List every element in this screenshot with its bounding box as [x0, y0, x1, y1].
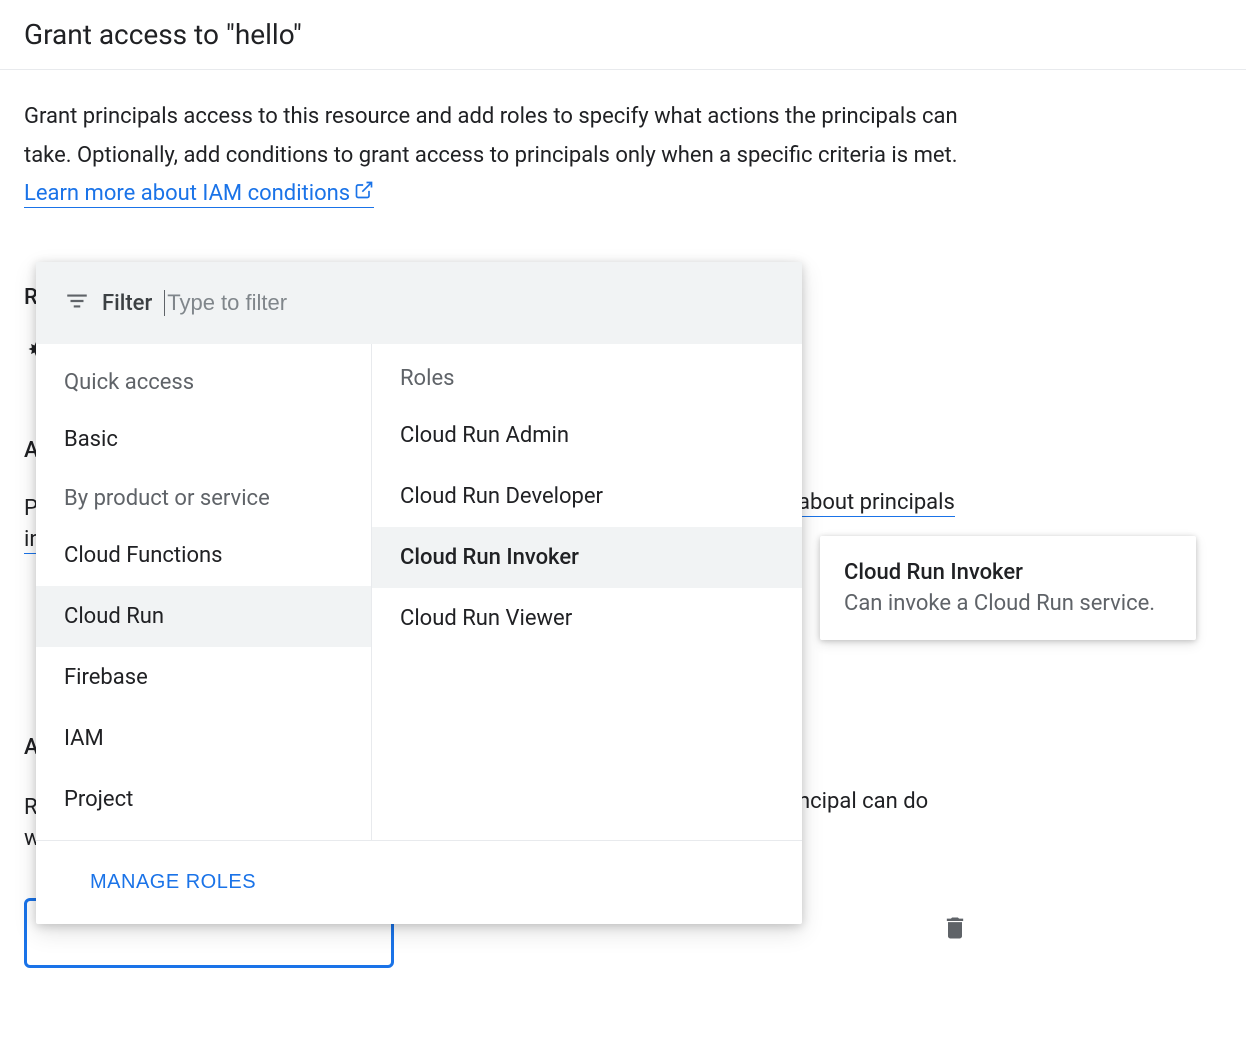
category-cloud-run[interactable]: Cloud Run — [36, 586, 371, 647]
filter-label: Filter — [102, 291, 152, 316]
category-list: Quick access Basic By product or service… — [36, 344, 372, 840]
role-cloud-run-developer[interactable]: Cloud Run Developer — [372, 466, 802, 527]
filter-icon — [64, 288, 90, 318]
learn-more-link-text: Learn more about IAM conditions — [24, 181, 350, 206]
page-description: Grant principals access to this resource… — [24, 98, 994, 214]
category-firebase[interactable]: Firebase — [36, 647, 371, 708]
role-cloud-run-viewer[interactable]: Cloud Run Viewer — [372, 588, 802, 649]
quick-access-label: Quick access — [36, 354, 371, 409]
description-text: Grant principals access to this resource… — [24, 104, 958, 168]
category-iam[interactable]: IAM — [36, 708, 371, 769]
filter-bar: Filter — [36, 262, 802, 344]
filter-input[interactable] — [164, 290, 774, 316]
learn-more-link[interactable]: Learn more about IAM conditions — [24, 181, 374, 208]
role-cloud-run-admin[interactable]: Cloud Run Admin — [372, 405, 802, 466]
trash-icon — [941, 914, 969, 946]
page-content: Grant principals access to this resource… — [0, 70, 1246, 214]
delete-button[interactable] — [935, 910, 975, 950]
tooltip-title: Cloud Run Invoker — [844, 560, 1172, 585]
about-principals-link[interactable]: about principals — [798, 490, 955, 517]
by-product-label: By product or service — [36, 470, 371, 525]
category-basic[interactable]: Basic — [36, 409, 371, 470]
tooltip-description: Can invoke a Cloud Run service. — [844, 591, 1172, 616]
page-header: Grant access to "hello" — [0, 0, 1246, 70]
category-cloud-functions[interactable]: Cloud Functions — [36, 525, 371, 586]
role-cloud-run-invoker[interactable]: Cloud Run Invoker — [372, 527, 802, 588]
external-link-icon — [354, 175, 374, 214]
role-picker-dropdown: Filter Quick access Basic By product or … — [36, 262, 802, 924]
picker-body: Quick access Basic By product or service… — [36, 344, 802, 840]
manage-roles-button[interactable]: MANAGE ROLES — [64, 865, 282, 900]
bg-principal-can-do: ncipal can do — [798, 789, 928, 814]
category-project[interactable]: Project — [36, 769, 371, 830]
roles-list: Roles Cloud Run Admin Cloud Run Develope… — [372, 344, 802, 840]
roles-label: Roles — [372, 366, 802, 405]
page-title: Grant access to "hello" — [24, 18, 1222, 51]
role-tooltip: Cloud Run Invoker Can invoke a Cloud Run… — [820, 536, 1196, 640]
picker-footer: MANAGE ROLES — [36, 840, 802, 924]
